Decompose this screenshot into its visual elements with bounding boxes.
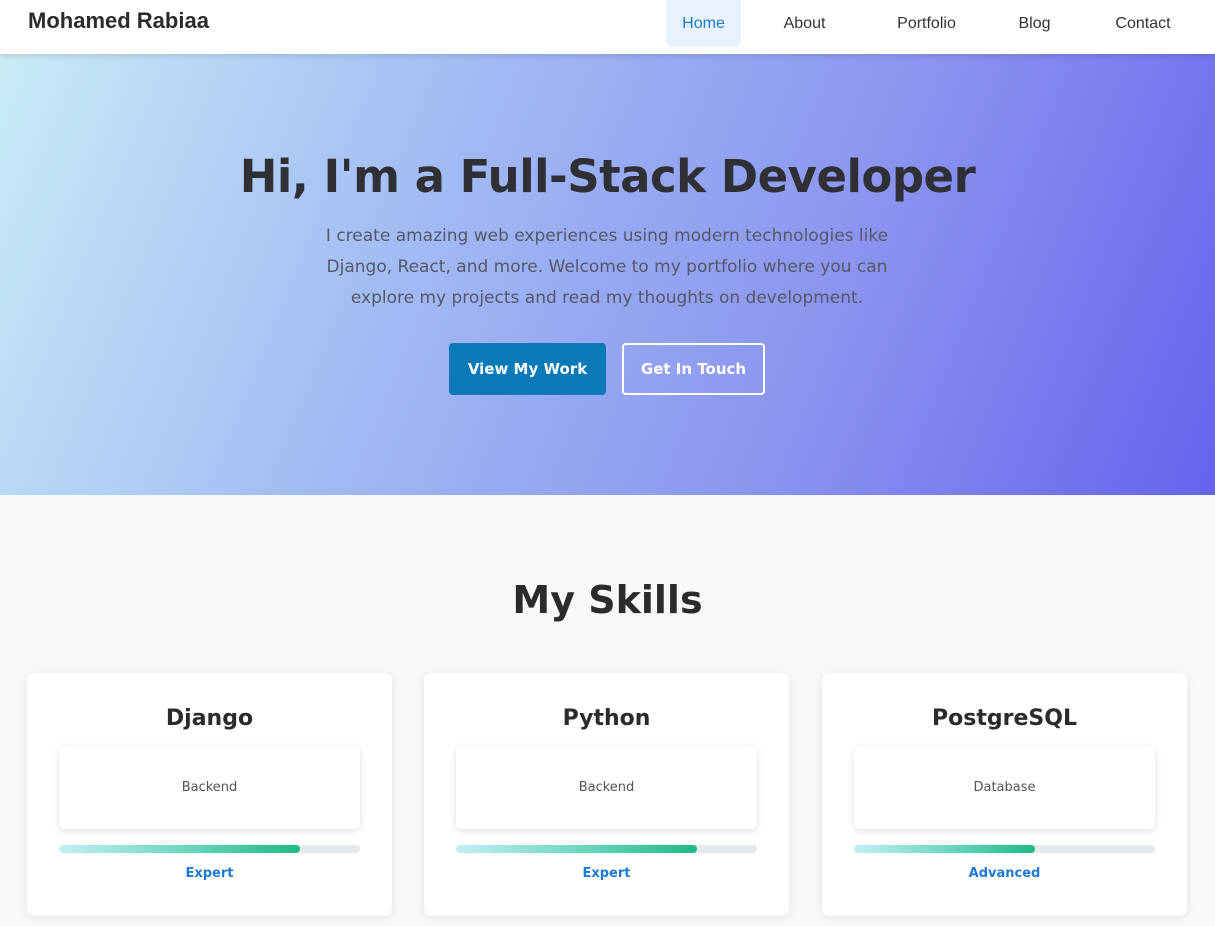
skill-name: Django xyxy=(165,706,254,731)
skill-card-python: Python Backend Expert xyxy=(424,673,789,916)
skill-card-django: Django Backend Expert xyxy=(27,673,392,916)
skills-title: My Skills xyxy=(512,578,703,622)
hero-subtitle: I create amazing web experiences using m… xyxy=(325,226,889,308)
skill-name: PostgreSQL xyxy=(932,706,1077,731)
nav-link-home[interactable]: Home xyxy=(666,0,741,47)
view-my-work-button[interactable]: View My Work xyxy=(449,343,606,395)
nav-link-blog[interactable]: Blog xyxy=(997,0,1072,47)
skill-level: Expert xyxy=(185,866,234,881)
nav-link-contact[interactable]: Contact xyxy=(1099,0,1187,47)
nav-link-portfolio[interactable]: Portfolio xyxy=(875,0,978,47)
skill-progress-fill xyxy=(59,845,300,853)
skill-category: Backend xyxy=(181,780,238,795)
hero-title: Hi, I'm a Full-Stack Developer xyxy=(239,150,976,203)
skill-category: Database xyxy=(973,780,1036,795)
skill-category-box: Backend xyxy=(456,746,757,829)
skill-level: Expert xyxy=(582,866,631,881)
navbar: Mohamed Rabiaa Home About Portfolio Blog… xyxy=(0,0,1215,54)
skill-name: Python xyxy=(562,706,651,731)
hero-section: Hi, I'm a Full-Stack Developer I create … xyxy=(0,54,1215,495)
nav-link-about[interactable]: About xyxy=(767,0,842,47)
skill-progress-fill xyxy=(456,845,697,853)
skill-progress-track xyxy=(854,845,1155,853)
get-in-touch-button[interactable]: Get In Touch xyxy=(622,343,765,395)
skill-card-postgresql: PostgreSQL Database Advanced xyxy=(822,673,1187,916)
skill-category-box: Backend xyxy=(59,746,360,829)
skill-category: Backend xyxy=(578,780,635,795)
skill-progress-fill xyxy=(854,845,1035,853)
skill-progress-track xyxy=(456,845,757,853)
skill-category-box: Database xyxy=(854,746,1155,829)
brand-logo[interactable]: Mohamed Rabiaa xyxy=(28,8,209,34)
skill-level: Advanced xyxy=(968,866,1041,881)
skill-progress-track xyxy=(59,845,360,853)
